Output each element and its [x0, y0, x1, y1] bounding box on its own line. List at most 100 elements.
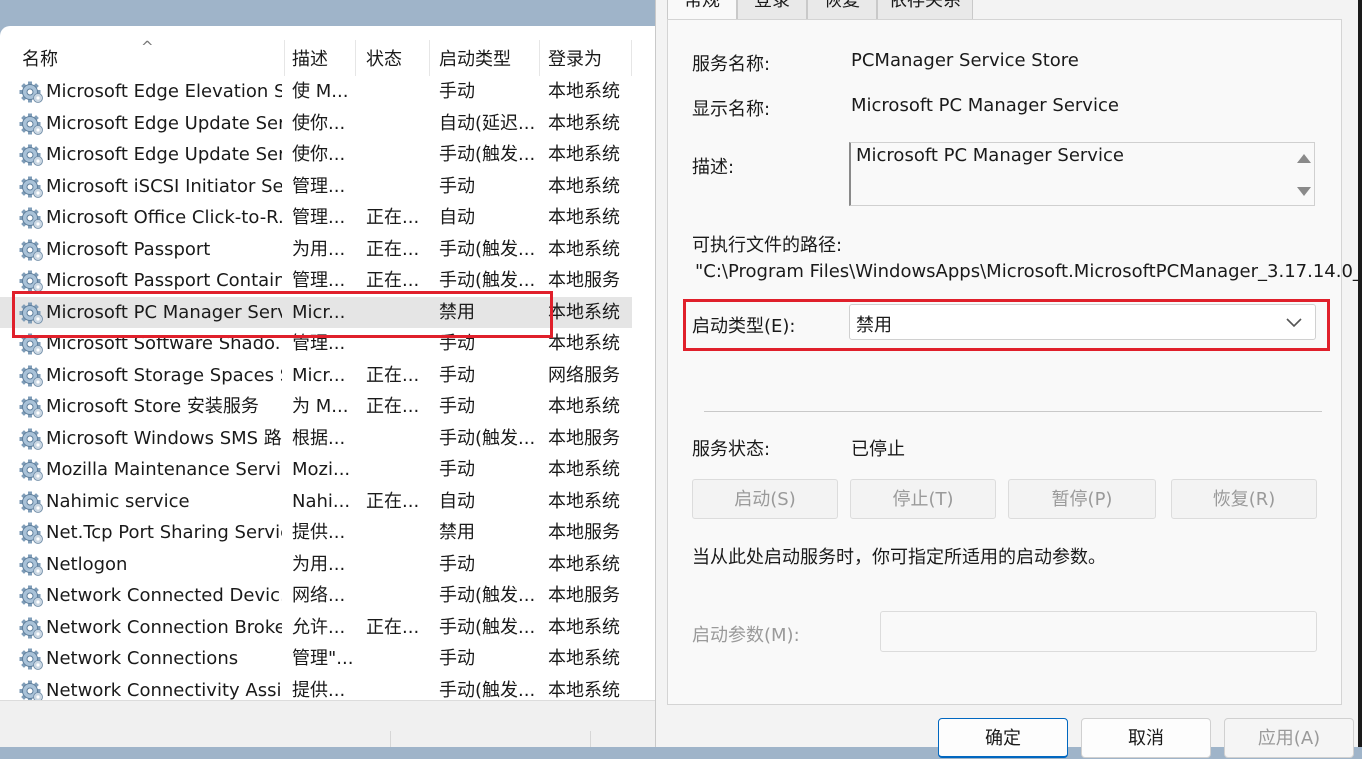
service-name: Network Connections [46, 648, 239, 669]
service-startup-type: 手动 [439, 364, 475, 386]
apply-button[interactable]: 应用(A) [1224, 718, 1354, 758]
scroll-down-icon[interactable] [1297, 187, 1311, 197]
service-name: Microsoft Store 安装服务 [46, 396, 259, 417]
gear-icon [18, 490, 44, 514]
scroll-up-icon[interactable] [1297, 153, 1311, 163]
table-row[interactable]: Microsoft Edge Update Ser... 使你... 自动(延迟..… [0, 108, 632, 140]
gear-icon [18, 175, 44, 199]
gear-icon [18, 584, 44, 608]
pause-service-button[interactable]: 暂停(P) [1008, 479, 1156, 519]
start-service-button[interactable]: 启动(S) [692, 479, 838, 519]
service-description: Mozi... [292, 459, 351, 480]
table-row[interactable]: Net.Tcp Port Sharing Service 提供... 禁用 本地服务 [0, 517, 632, 549]
column-header-description[interactable]: 描述 [288, 40, 356, 76]
service-name: Microsoft Edge Update Ser... [46, 144, 282, 165]
gear-icon [18, 206, 44, 230]
table-row[interactable]: Microsoft Store 安装服务 为 M... 正在... 手动 本地系统 [0, 391, 632, 423]
service-status: 正在... [366, 490, 420, 512]
service-startup-type: 手动 [439, 81, 475, 102]
service-logon-as: 本地系统 [548, 648, 620, 669]
service-properties-dialog: 常规 登录 恢复 依存关系 服务名称: PCManager Service St… [655, 0, 1362, 758]
sort-ascending-icon: ^ [141, 38, 154, 56]
gear-icon [18, 521, 44, 545]
service-status [366, 171, 422, 203]
service-description: 使你... [292, 112, 346, 134]
ok-button[interactable]: 确定 [938, 718, 1068, 758]
service-logon-as: 本地系统 [548, 175, 620, 197]
stop-service-button[interactable]: 停止(T) [850, 479, 996, 519]
gear-icon [18, 427, 44, 451]
table-row[interactable]: Network Connection Broker 允许... 正在... 手动(触发… [0, 612, 632, 644]
window-edge [1358, 0, 1362, 747]
table-row[interactable]: Microsoft Edge Update Ser... 使你... 手动(触发..… [0, 139, 632, 171]
table-row[interactable]: Netlogon 为用... 手动 本地系统 [0, 549, 632, 581]
service-name: Network Connection Broker [46, 616, 282, 638]
service-logon-as: 本地系统 [548, 616, 620, 638]
service-name: Microsoft Edge Elevation S... [46, 81, 282, 102]
service-status [366, 549, 422, 581]
service-status: 正在... [366, 364, 420, 386]
cancel-button[interactable]: 取消 [1081, 718, 1211, 758]
service-name: Microsoft Passport [46, 238, 211, 260]
table-row[interactable]: Mozilla Maintenance Service Mozi... 手动 本地系统 [0, 454, 632, 486]
column-header-logon-as[interactable]: 登录为 [544, 40, 632, 76]
column-header-status[interactable]: 状态 [362, 40, 430, 76]
service-name: Microsoft iSCSI Initiator Ser... [46, 175, 282, 197]
gear-icon [18, 395, 44, 419]
table-row[interactable]: Microsoft iSCSI Initiator Ser... 管理... 手动 本… [0, 171, 632, 203]
list-header: 名称 ^ 描述 状态 启动类型 登录为 [0, 38, 655, 76]
service-logon-as: 本地服务 [548, 522, 620, 543]
service-status: 正在... [366, 616, 420, 638]
description-textbox[interactable]: Microsoft PC Manager Service [849, 142, 1315, 206]
service-description: 为用... [292, 238, 346, 260]
service-startup-type: 自动 [439, 207, 475, 228]
service-status [366, 517, 422, 549]
service-description: 使 M... [292, 81, 349, 102]
service-name: Microsoft Storage Spaces S... [46, 364, 282, 386]
service-name: Network Connected Devic... [46, 585, 282, 606]
services-list-panel: 名称 ^ 描述 状态 启动类型 登录为 Microsoft Edge Eleva… [0, 26, 655, 747]
service-description: 管理... [292, 207, 346, 228]
gear-icon [18, 647, 44, 671]
service-description: 允许... [292, 616, 346, 638]
service-status-label: 服务状态: [692, 439, 771, 460]
service-logon-as: 网络服务 [548, 364, 620, 386]
tab-content-general: 服务名称: PCManager Service Store 显示名称: Micr… [667, 19, 1362, 705]
service-description: 管理... [292, 175, 346, 197]
column-header-startup-type[interactable]: 启动类型 [435, 40, 540, 76]
tab-general[interactable]: 常规 [667, 0, 737, 20]
service-name-value: PCManager Service Store [851, 50, 1079, 71]
table-row[interactable]: Microsoft Edge Elevation S... 使 M... 手动 本地系… [0, 76, 632, 108]
resume-service-button[interactable]: 恢复(R) [1171, 479, 1317, 519]
gear-icon [18, 80, 44, 104]
start-params-input[interactable] [880, 611, 1317, 652]
service-startup-type: 手动 [439, 396, 475, 417]
tab-dependencies[interactable]: 依存关系 [877, 0, 973, 20]
section-divider [704, 411, 1322, 412]
gear-icon [18, 553, 44, 577]
table-row[interactable]: Network Connected Devic... 网络... 手动(触发... 本… [0, 580, 632, 612]
table-row[interactable]: Microsoft Storage Spaces S... Micr... 正在..… [0, 360, 632, 392]
table-row[interactable]: Microsoft Windows SMS 路... 根据... 手动(触发... 本… [0, 423, 632, 455]
tab-logon[interactable]: 登录 [737, 0, 807, 20]
tab-strip: 常规 登录 恢复 依存关系 [656, 0, 1362, 20]
executable-path-label: 可执行文件的路径: [692, 235, 843, 256]
table-row[interactable]: Microsoft Passport 为用... 正在... 手动(触发... 本地系统 [0, 234, 632, 266]
service-description: 为 M... [292, 396, 349, 417]
service-name-label: 服务名称: [692, 54, 771, 75]
table-row[interactable]: Network Connections 管理"... 手动 本地系统 [0, 643, 632, 675]
service-status [366, 580, 422, 612]
service-status [366, 423, 422, 455]
service-description: 为用... [292, 553, 346, 575]
service-startup-type: 手动 [439, 553, 475, 575]
service-name: Netlogon [46, 553, 128, 575]
service-description: 使你... [292, 144, 346, 165]
gear-icon [18, 458, 44, 482]
service-description: 根据... [292, 427, 346, 449]
service-startup-type: 禁用 [439, 522, 475, 543]
tab-recovery[interactable]: 恢复 [807, 0, 877, 20]
service-name: Microsoft Office Click-to-R... [46, 207, 282, 228]
table-row[interactable]: Microsoft Office Click-to-R... 管理... 正在...… [0, 202, 632, 234]
table-row[interactable]: Nahimic service Nahi... 正在... 自动 本地系统 [0, 486, 632, 518]
service-startup-type: 手动(触发... [439, 427, 535, 449]
